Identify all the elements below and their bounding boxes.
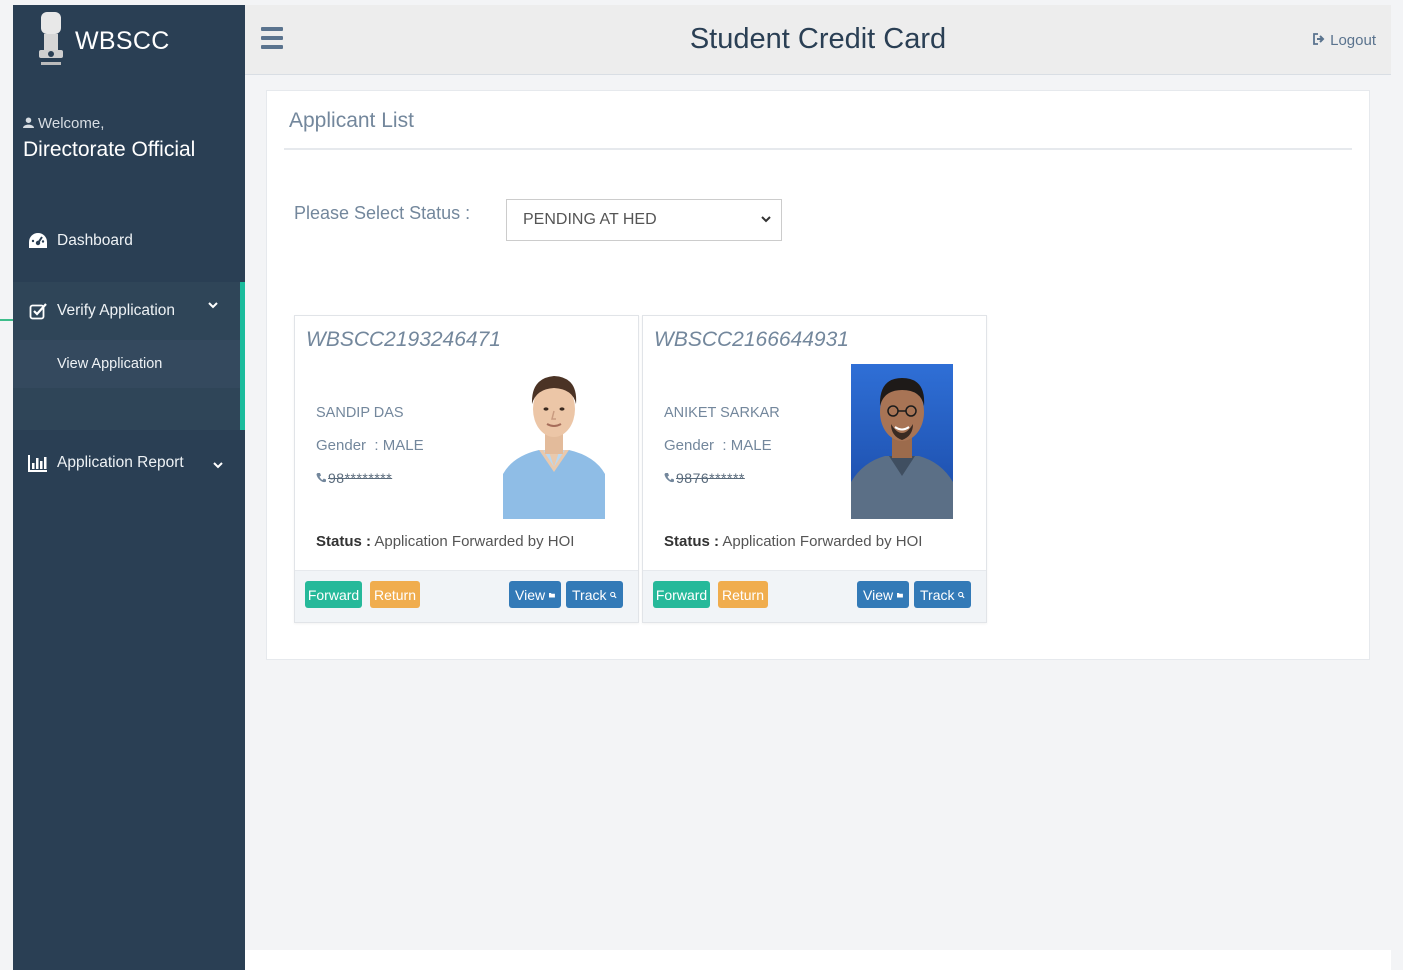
view-button[interactable]: View <box>857 581 909 608</box>
view-button-label: View <box>863 586 894 603</box>
status-select[interactable]: PENDING AT HED <box>506 199 782 241</box>
status-value: Application Forwarded by HOI <box>722 533 923 550</box>
applicant-phone: 98******** <box>316 470 392 486</box>
sidebar-item-verify-application[interactable]: Verify Application <box>13 282 240 340</box>
gender-label: Gender <box>664 437 715 454</box>
search-icon <box>610 591 617 598</box>
applicant-phone: 9876****** <box>664 470 745 486</box>
forward-button[interactable]: Forward <box>305 581 362 608</box>
user-name: Directorate Official <box>23 138 196 161</box>
card-actions: Forward Return View Track <box>643 570 986 622</box>
welcome-text: Welcome, <box>13 115 245 132</box>
return-button[interactable]: Return <box>370 581 420 608</box>
panel-title: Applicant List <box>289 109 414 132</box>
top-bar: Student Credit Card Logout <box>245 5 1391 75</box>
gender-value: : MALE <box>722 437 772 454</box>
sidebar-item-dashboard[interactable]: Dashboard <box>13 220 245 262</box>
brand[interactable]: WBSCC <box>13 5 245 77</box>
return-button[interactable]: Return <box>718 581 768 608</box>
applicant-photo <box>851 364 953 519</box>
application-status: Status : Application Forwarded by HOI <box>664 533 922 550</box>
applicant-list-panel: Applicant List Please Select Status : PE… <box>266 90 1370 660</box>
chevron-down-icon <box>761 216 771 223</box>
chevron-down-icon <box>208 296 218 314</box>
status-label: Status : <box>316 533 372 550</box>
folder-icon <box>897 592 903 597</box>
applicant-gender: Gender : MALE <box>316 437 424 454</box>
status-filter-label: Please Select Status : <box>294 203 471 223</box>
phone-number: 98******** <box>328 470 393 486</box>
phone-icon <box>664 471 674 486</box>
brand-name: WBSCC <box>75 26 170 55</box>
application-id: WBSCC2193246471 <box>306 328 501 351</box>
track-button[interactable]: Track <box>914 581 971 608</box>
application-id: WBSCC2166644931 <box>654 328 849 351</box>
status-value: Application Forwarded by HOI <box>374 533 575 550</box>
status-select-value: PENDING AT HED <box>523 211 657 228</box>
page-title: Student Credit Card <box>689 23 947 55</box>
folder-icon <box>549 592 555 597</box>
logout-link[interactable]: Logout <box>1313 32 1376 49</box>
applicant-name: ANIKET SARKAR <box>664 405 780 421</box>
applicant-gender: Gender : MALE <box>664 437 772 454</box>
applicant-photo <box>503 364 605 519</box>
view-button[interactable]: View <box>509 581 561 608</box>
sidebar-item-label: Dashboard <box>57 232 133 249</box>
dashboard-icon <box>27 232 49 250</box>
bar-chart-icon <box>27 454 49 472</box>
footer <box>245 950 1391 970</box>
application-status: Status : Application Forwarded by HOI <box>316 533 574 550</box>
track-button-label: Track <box>920 586 955 603</box>
sign-out-icon <box>1313 33 1326 48</box>
applicant-card: WBSCC2193246471 SANDIP DAS Gender : MALE… <box>294 315 639 623</box>
sidebar-item-application-report[interactable]: Application Report <box>13 442 245 484</box>
sidebar-item-label: Application Report <box>57 454 184 471</box>
welcome-label: Welcome, <box>38 115 105 132</box>
sidebar: WBSCC Welcome, Directorate Official Dash… <box>13 5 245 970</box>
phone-icon <box>316 471 326 486</box>
card-actions: Forward Return View Track <box>295 570 638 622</box>
applicant-card: WBSCC2166644931 ANIKET SARKAR Gender : M… <box>642 315 987 623</box>
divider <box>284 148 1352 150</box>
phone-number: 9876****** <box>676 470 745 486</box>
gender-value: : MALE <box>374 437 424 454</box>
forward-button[interactable]: Forward <box>653 581 710 608</box>
sidebar-group-verify: Verify Application View Application <box>13 282 245 430</box>
sidebar-item-label: Verify Application <box>57 302 176 319</box>
track-button-label: Track <box>572 586 607 603</box>
user-icon <box>23 116 34 131</box>
gender-label: Gender <box>316 437 367 454</box>
sidebar-nav: Dashboard Verify Application View Applic… <box>13 220 245 484</box>
status-label: Status : <box>664 533 720 550</box>
chevron-down-icon <box>213 456 223 474</box>
logout-label: Logout <box>1330 32 1376 49</box>
applicant-name: SANDIP DAS <box>316 405 404 421</box>
view-button-label: View <box>515 586 546 603</box>
track-button[interactable]: Track <box>566 581 623 608</box>
check-square-icon <box>27 302 49 320</box>
emblem-logo <box>39 12 63 65</box>
search-icon <box>958 591 965 598</box>
sidebar-subitem-view-application[interactable]: View Application <box>13 340 240 388</box>
